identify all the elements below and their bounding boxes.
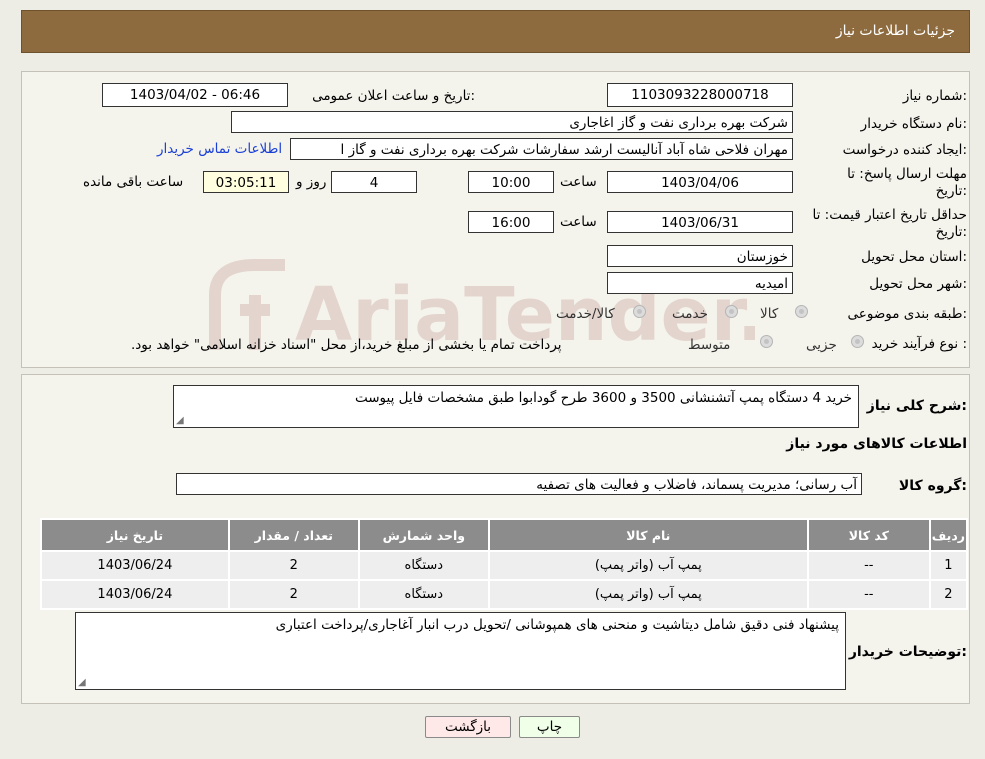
summary-textarea: خرید 4 دستگاه پمپ آتشنشانی 3500 و 3600 ط… <box>173 385 859 428</box>
cell-name: پمپ آب (واتر پمپ) <box>489 552 807 579</box>
category-radio-goods[interactable] <box>795 305 808 318</box>
summary-label: شرح کلی نیاز: <box>866 398 967 414</box>
process-label: نوع فرآیند خرید : <box>871 336 967 352</box>
need-number-label: شماره نیاز: <box>902 88 967 104</box>
announce-label: تاریخ و ساعت اعلان عمومی: <box>312 88 475 104</box>
category-option-goods: کالا <box>760 306 779 322</box>
need-number-field: 1103093228000718 <box>607 83 793 107</box>
process-option-medium: متوسط <box>688 337 731 353</box>
col-qty: تعداد / مقدار <box>229 520 358 550</box>
table-row: 1 -- پمپ آب (واتر پمپ) دستگاه 2 1403/06/… <box>42 552 966 579</box>
page-header: جزئیات اطلاعات نیاز <box>21 10 970 53</box>
col-name: نام کالا <box>489 520 807 550</box>
buyer-org-field: شرکت بهره برداری نفت و گاز اغاجاری <box>231 111 793 133</box>
deadline-label-date: تاریخ: <box>935 183 967 199</box>
page-title: جزئیات اطلاعات نیاز <box>835 23 955 39</box>
cell-date: 1403/06/24 <box>42 552 228 579</box>
buyer-notes-text: پیشنهاد فنی دقیق شامل دیتاشیت و منحنی ها… <box>275 617 839 633</box>
days-field: 4 <box>331 171 417 193</box>
city-label: شهر محل تحویل: <box>869 276 967 292</box>
resize-grip-icon[interactable]: ◢ <box>176 415 184 426</box>
cell-qty: 2 <box>229 552 358 579</box>
cell-code: -- <box>808 552 929 579</box>
province-label: استان محل تحویل: <box>861 249 967 265</box>
remaining-time-field: 03:05:11 <box>203 171 289 193</box>
deadline-time-field: 10:00 <box>468 171 554 193</box>
cell-unit: دستگاه <box>359 552 488 579</box>
cell-date: 1403/06/24 <box>42 581 228 608</box>
buyer-org-label: نام دستگاه خریدار: <box>860 116 967 132</box>
category-option-goods-service: کالا/خدمت <box>556 306 615 322</box>
cell-name: پمپ آب (واتر پمپ) <box>489 581 807 608</box>
cell-code: -- <box>808 581 929 608</box>
deadline-time-label: ساعت <box>560 174 597 190</box>
process-note: پرداخت تمام یا بخشی از مبلغ خرید،از محل … <box>131 337 562 353</box>
goods-table: ردیف کد کالا نام کالا واحد شمارش تعداد /… <box>40 518 968 610</box>
buyer-notes-textarea: پیشنهاد فنی دقیق شامل دیتاشیت و منحنی ها… <box>75 612 846 690</box>
cell-row: 1 <box>930 552 966 579</box>
validity-label-date: تاریخ: <box>935 224 967 240</box>
cell-qty: 2 <box>229 581 358 608</box>
deadline-label: مهلت ارسال پاسخ: تا <box>847 166 967 182</box>
validity-date-field: 1403/06/31 <box>607 211 793 233</box>
process-radio-minor[interactable] <box>851 335 864 348</box>
days-label: روز و <box>296 174 327 190</box>
goods-group-label: گروه کالا: <box>898 478 967 494</box>
col-code: کد کالا <box>808 520 929 550</box>
validity-label: حداقل تاریخ اعتبار قیمت: تا <box>812 207 967 223</box>
print-button[interactable]: چاپ <box>519 716 580 738</box>
validity-time-label: ساعت <box>560 214 597 230</box>
process-radio-medium[interactable] <box>760 335 773 348</box>
cell-row: 2 <box>930 581 966 608</box>
buyer-contact-link[interactable]: اطلاعات تماس خریدار <box>157 141 282 157</box>
goods-group-field: آب رسانی؛ مدیریت پسماند، فاضلاب و فعالیت… <box>176 473 862 495</box>
category-label: طبقه بندی موضوعی: <box>847 306 967 322</box>
category-option-service: خدمت <box>672 306 708 322</box>
table-row: 2 -- پمپ آب (واتر پمپ) دستگاه 2 1403/06/… <box>42 581 966 608</box>
process-option-minor: جزیی <box>806 337 837 353</box>
table-header-row: ردیف کد کالا نام کالا واحد شمارش تعداد /… <box>42 520 966 550</box>
city-field: امیدیه <box>607 272 793 294</box>
col-row: ردیف <box>930 520 966 550</box>
announce-field: 1403/04/02 - 06:46 <box>102 83 288 107</box>
goods-info-title: اطلاعات کالاهای مورد نیاز <box>786 436 967 452</box>
province-field: خوزستان <box>607 245 793 267</box>
back-button[interactable]: بازگشت <box>425 716 511 738</box>
category-radio-service[interactable] <box>725 305 738 318</box>
col-date: تاریخ نیاز <box>42 520 228 550</box>
deadline-date-field: 1403/04/06 <box>607 171 793 193</box>
col-unit: واحد شمارش <box>359 520 488 550</box>
category-radio-goods-service[interactable] <box>633 305 646 318</box>
cell-unit: دستگاه <box>359 581 488 608</box>
creator-label: ایجاد کننده درخواست: <box>842 142 967 158</box>
buyer-notes-label: توضیحات خریدار: <box>848 644 967 660</box>
summary-text: خرید 4 دستگاه پمپ آتشنشانی 3500 و 3600 ط… <box>354 390 852 406</box>
remaining-label: ساعت باقی مانده <box>83 174 184 190</box>
creator-field: مهران فلاحی شاه آباد آنالیست ارشد سفارشا… <box>290 138 793 160</box>
validity-time-field: 16:00 <box>468 211 554 233</box>
resize-grip-icon[interactable]: ◢ <box>78 677 86 688</box>
